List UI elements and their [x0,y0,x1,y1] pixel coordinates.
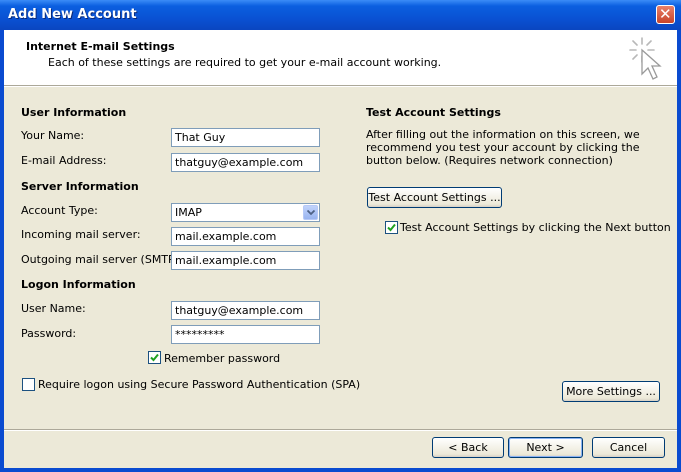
test-on-next-checkbox[interactable] [385,221,398,234]
outgoing-server-field[interactable]: mail.example.com [171,251,320,270]
account-type-value: IMAP [175,206,202,219]
header-title: Internet E-mail Settings [26,40,175,53]
user-info-title: User Information [21,106,127,119]
test-settings-description: After filling out the information on thi… [366,128,640,167]
more-settings-button[interactable]: More Settings ... [562,381,660,402]
close-button[interactable]: ✕ [656,5,675,24]
incoming-server-field[interactable]: mail.example.com [171,227,320,246]
test-settings-title: Test Account Settings [366,106,501,119]
server-info-title: Server Information [21,180,139,193]
checkmark-icon [150,353,159,362]
chevron-down-icon [307,210,315,216]
close-icon: ✕ [659,5,672,23]
outgoing-server-label: Outgoing mail server (SMTP): [21,253,183,266]
password-label: Password: [21,327,77,340]
password-field[interactable]: ********* [171,325,320,344]
user-name-label: User Name: [21,302,86,315]
title-bar[interactable]: Add New Account ✕ [0,0,681,30]
remember-password-checkbox[interactable] [148,351,161,364]
next-button[interactable]: Next > [508,437,583,458]
test-account-settings-button[interactable]: Test Account Settings ... [367,187,502,208]
header-divider [4,86,677,87]
logon-info-title: Logon Information [21,278,136,291]
window-title: Add New Account [8,7,137,22]
checkmark-icon [387,223,396,232]
email-address-label: E-mail Address: [21,154,107,167]
remember-password-label[interactable]: Remember password [164,352,280,365]
add-account-window: Add New Account ✕ Internet E-mail Settin… [0,0,681,472]
footer-divider-highlight [4,430,677,431]
back-button[interactable]: < Back [432,437,504,458]
spa-checkbox[interactable] [22,378,35,391]
your-name-field[interactable]: That Guy [171,128,320,147]
spa-label[interactable]: Require logon using Secure Password Auth… [38,378,360,391]
cancel-button[interactable]: Cancel [592,437,665,458]
your-name-label: Your Name: [21,129,85,142]
incoming-server-label: Incoming mail server: [21,228,141,241]
email-address-field[interactable]: thatguy@example.com [171,153,320,172]
user-name-field[interactable]: thatguy@example.com [171,301,320,320]
cursor-sparkle-icon [629,37,662,80]
account-type-select[interactable]: IMAP [171,203,320,222]
account-type-label: Account Type: [21,204,98,217]
dropdown-arrow-button[interactable] [303,205,318,220]
header-panel: Internet E-mail Settings Each of these s… [4,30,677,86]
header-description: Each of these settings are required to g… [48,56,442,69]
dialog-client: Internet E-mail Settings Each of these s… [4,30,677,468]
test-on-next-label[interactable]: Test Account Settings by clicking the Ne… [400,221,671,234]
